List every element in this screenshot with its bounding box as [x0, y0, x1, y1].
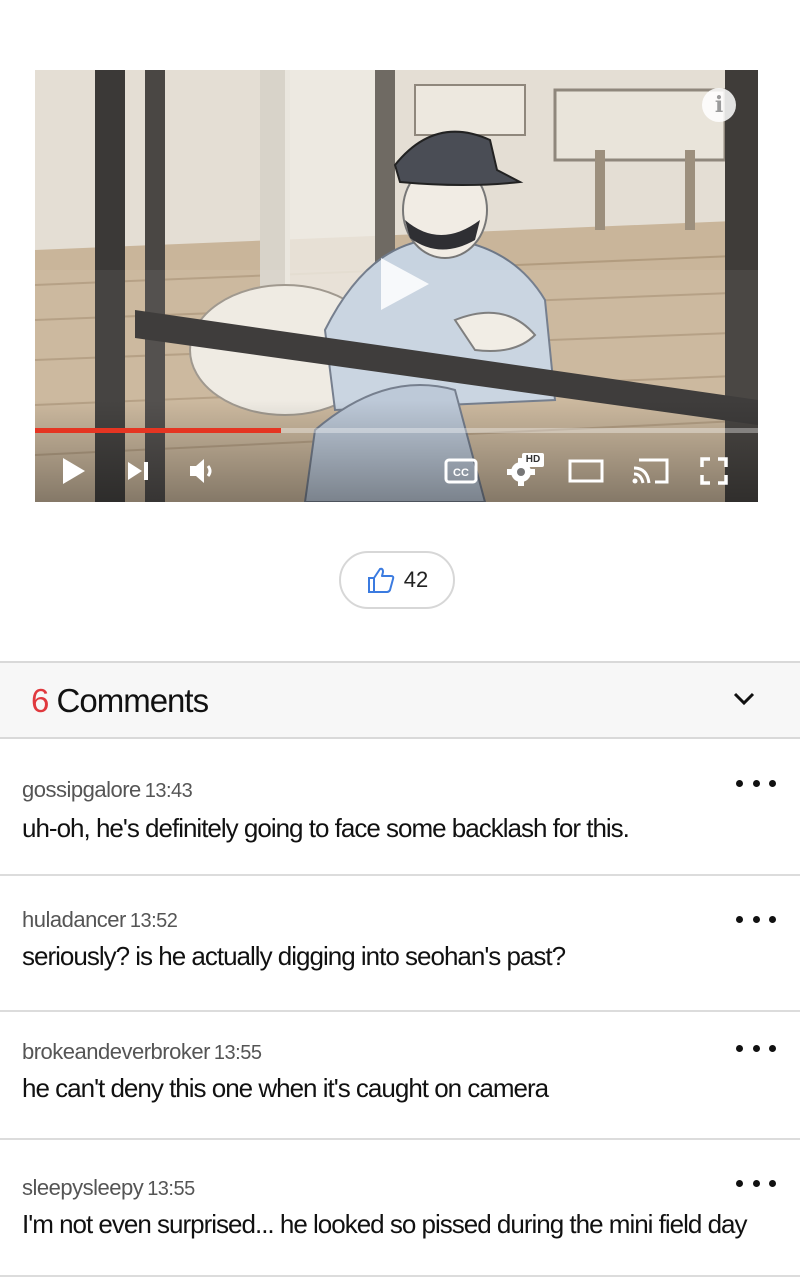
comment-text: seriously? is he actually digging into s…: [22, 941, 566, 971]
volume-button[interactable]: [187, 456, 217, 486]
thumbs-up-icon: [367, 567, 394, 593]
miniplayer-icon: [568, 459, 604, 483]
captions-label: CC: [453, 467, 469, 479]
comment-item: gossipgalore 13:43 uh-oh, he's definitely…: [0, 741, 800, 876]
video-player[interactable]: i CC HD: [35, 70, 758, 502]
play-button[interactable]: [61, 456, 87, 486]
comment-item: huladancer 13:52 seriously? is he actuall…: [0, 876, 800, 1012]
captions-button[interactable]: CC: [444, 458, 478, 484]
comments-count: 6: [31, 682, 49, 719]
more-options-icon[interactable]: [736, 1176, 776, 1190]
more-options-icon[interactable]: [736, 912, 776, 926]
comment-meta: sleepysleepy 13:55: [22, 1175, 195, 1201]
comment-time: 13:52: [129, 910, 178, 932]
cast-icon: [632, 458, 669, 484]
comment-time: 13:55: [213, 1042, 262, 1064]
comment-username[interactable]: sleepysleepy: [22, 1175, 144, 1200]
comment-text: I'm not even surprised... he looked so p…: [22, 1209, 748, 1239]
play-icon: [381, 258, 429, 310]
comments-title: 6 Comments: [31, 682, 210, 720]
center-play-button[interactable]: [373, 254, 433, 314]
volume-icon: [190, 459, 212, 483]
more-options-icon[interactable]: [736, 1041, 776, 1055]
comment-username[interactable]: huladancer: [22, 907, 126, 932]
like-count: 42: [403, 567, 429, 592]
skip-next-icon: [128, 462, 148, 480]
progress-bar[interactable]: [35, 428, 758, 433]
comment-meta: huladancer 13:52: [22, 907, 178, 933]
comment-text: he can't deny this one when it's caught …: [22, 1073, 549, 1103]
play-icon: [63, 458, 85, 484]
comment-meta: gossipgalore 13:43: [22, 777, 193, 803]
comment-time: 13:43: [144, 780, 193, 802]
info-icon: i: [714, 92, 724, 118]
settings-button[interactable]: HD: [505, 452, 545, 488]
comments-label: Comments: [56, 682, 210, 719]
skip-next-button[interactable]: [125, 458, 151, 484]
like-button[interactable]: 42: [339, 551, 455, 609]
comment-username[interactable]: gossipgalore: [22, 777, 141, 802]
more-options-icon[interactable]: [736, 776, 776, 790]
comments-header[interactable]: 6 Comments: [0, 661, 800, 739]
comment-username[interactable]: brokeandeverbroker: [22, 1039, 210, 1064]
fullscreen-button[interactable]: [699, 456, 729, 486]
player-controls: CC HD: [35, 442, 758, 502]
fullscreen-icon: [700, 457, 728, 485]
captions-icon: CC: [444, 458, 478, 484]
cast-button[interactable]: [631, 456, 671, 486]
progress-bar-fill: [35, 428, 281, 433]
comment-item: brokeandeverbroker 13:55 he can't deny th…: [0, 1012, 800, 1140]
comment-text: uh-oh, he's definitely going to face som…: [22, 813, 630, 843]
chevron-down-icon[interactable]: [732, 691, 756, 707]
miniplayer-button[interactable]: [568, 458, 604, 484]
info-button[interactable]: i: [702, 88, 736, 122]
comment-meta: brokeandeverbroker 13:55: [22, 1039, 262, 1065]
comment-item: sleepysleepy 13:55 I'm not even surprised…: [0, 1140, 800, 1277]
hd-badge: HD: [525, 454, 541, 465]
comment-time: 13:55: [147, 1178, 195, 1200]
